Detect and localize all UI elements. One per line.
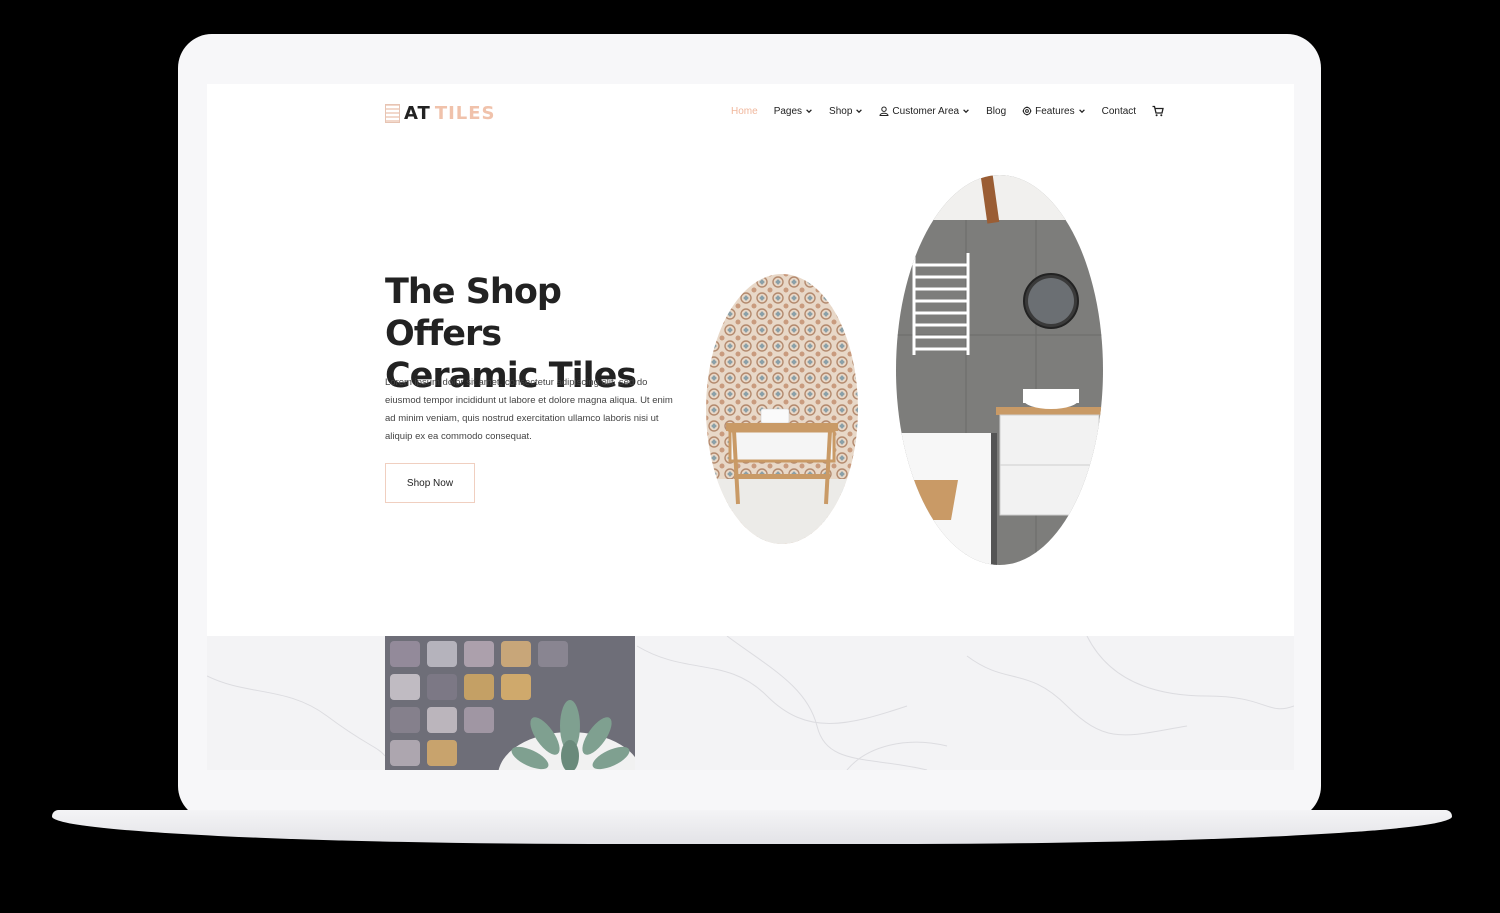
nav-item-features[interactable]: Features: [1022, 106, 1085, 117]
bathroom-vanity-image: [706, 274, 858, 544]
chevron-down-icon: [806, 109, 812, 114]
nav-item-blog[interactable]: Blog: [986, 106, 1006, 117]
hero-description: Lorem ipsum dolor sit amet, consectetur …: [385, 377, 673, 442]
nav-label-home: Home: [731, 105, 758, 117]
hero-title-line-1: The Shop Offers: [385, 272, 562, 354]
chevron-down-icon: [1078, 109, 1085, 114]
bathroom-mirror-image: [896, 175, 1103, 565]
main-navigation: Home Pages Shop Customer Area Blog Featu…: [731, 103, 1164, 119]
nav-label-customer-area: Customer Area: [892, 105, 960, 117]
nav-label-pages: Pages: [773, 105, 803, 117]
cart-icon[interactable]: [1152, 105, 1164, 117]
nav-label-features: Features: [1035, 105, 1075, 117]
logo-mark-icon: [385, 103, 400, 123]
browser-screen: AT TILES Home Pages Shop Customer Area B…: [207, 84, 1294, 770]
nav-label-shop: Shop: [829, 105, 853, 117]
marble-section: [207, 636, 1294, 770]
nav-label-blog: Blog: [986, 105, 1007, 117]
mosaic-succulent-image: [385, 636, 635, 770]
nav-item-contact[interactable]: Contact: [1102, 106, 1136, 117]
nav-item-pages[interactable]: Pages: [774, 106, 813, 117]
gear-icon: [1022, 106, 1032, 116]
chevron-down-icon: [856, 109, 863, 114]
chevron-down-icon: [963, 109, 969, 114]
nav-item-customer-area[interactable]: Customer Area: [879, 106, 970, 117]
logo-word-tiles: TILES: [434, 102, 496, 124]
nav-label-contact: Contact: [1101, 105, 1137, 117]
user-icon: [879, 106, 889, 116]
laptop-base: [52, 810, 1452, 844]
shop-now-button[interactable]: Shop Now: [385, 463, 475, 503]
logo-word-at: AT: [404, 102, 431, 124]
site-logo[interactable]: AT TILES: [385, 102, 496, 124]
nav-item-shop[interactable]: Shop: [829, 106, 863, 117]
nav-item-home[interactable]: Home: [731, 106, 758, 117]
